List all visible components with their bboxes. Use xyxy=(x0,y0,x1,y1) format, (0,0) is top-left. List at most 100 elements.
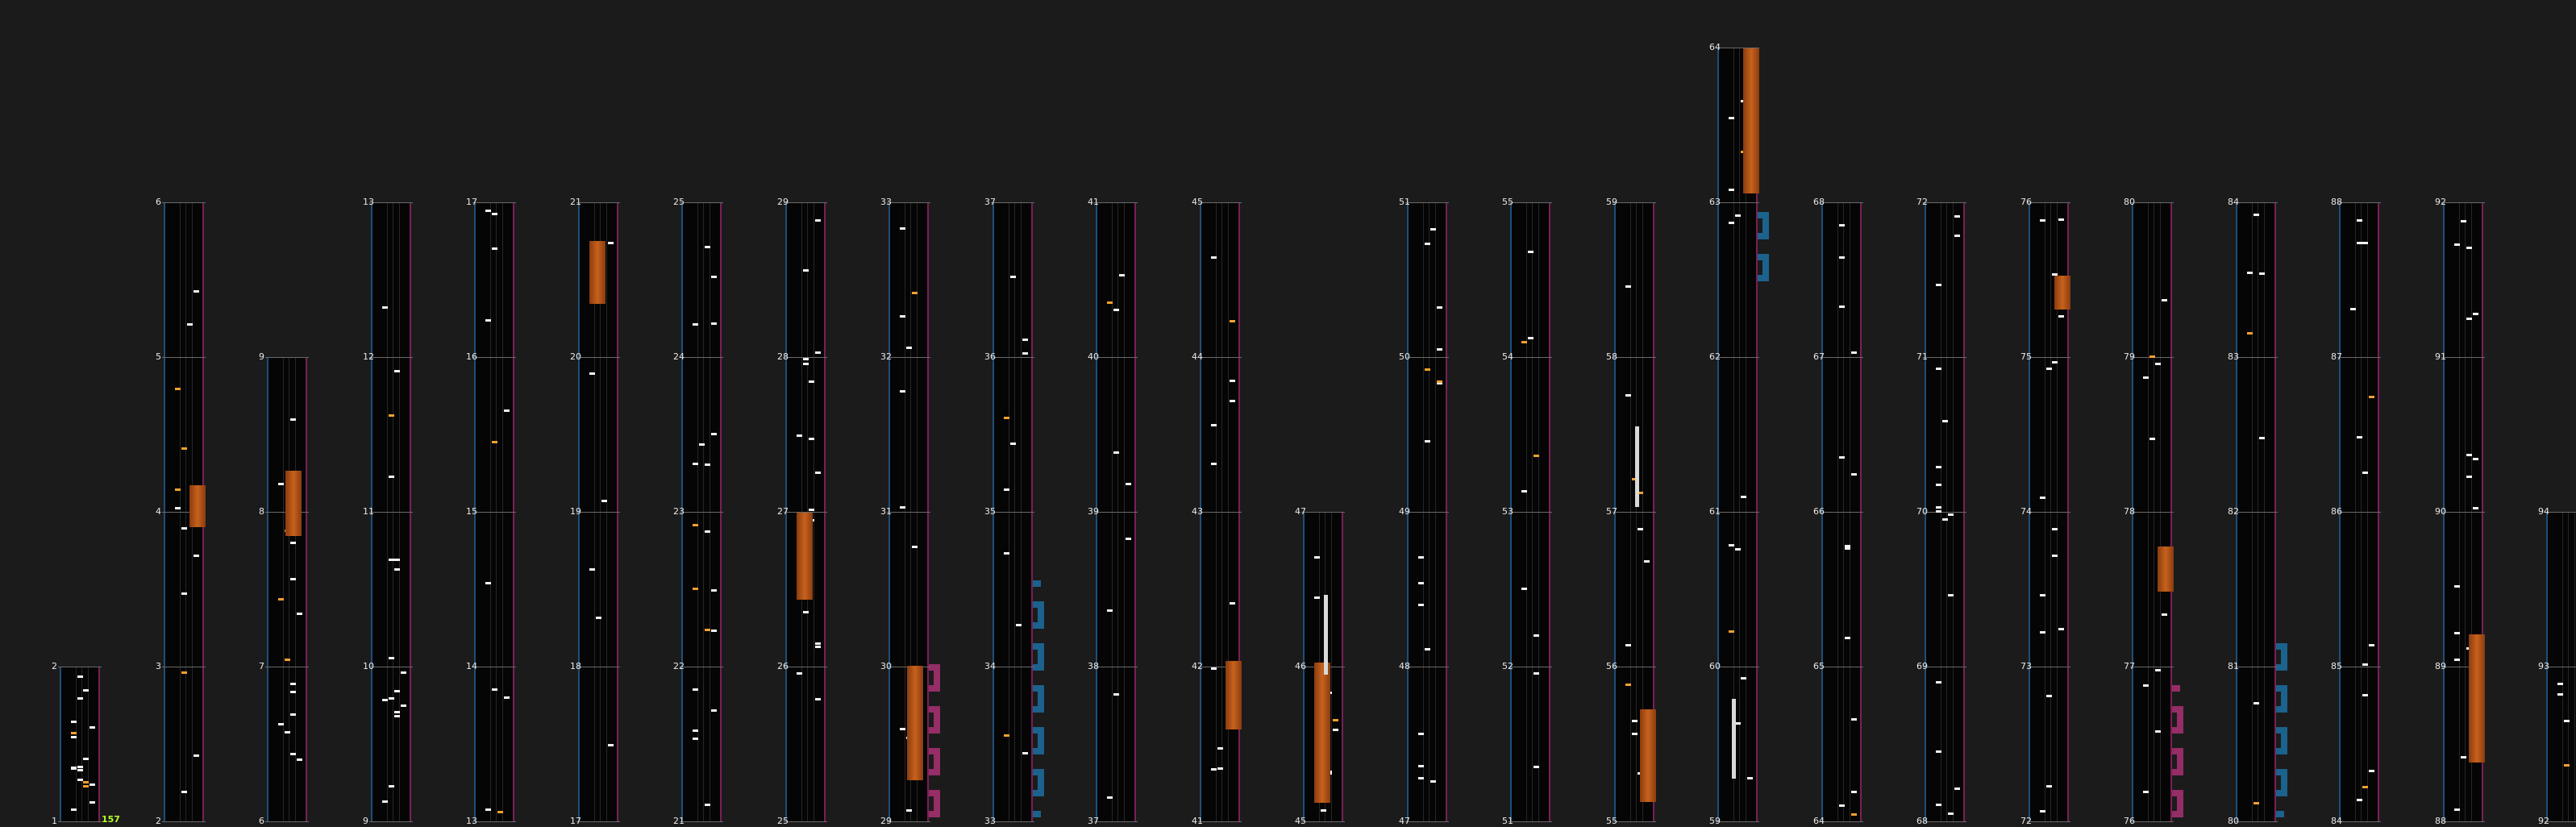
chip-note xyxy=(1009,275,1016,278)
chip-note xyxy=(900,506,905,509)
chip-note xyxy=(2362,785,2368,788)
chip-note xyxy=(1954,214,1960,218)
chip-note xyxy=(1436,305,1442,309)
chip-note xyxy=(503,409,510,412)
bar-line xyxy=(1301,512,1345,513)
chip-note xyxy=(491,688,497,691)
hold-block xyxy=(2158,546,2174,592)
chip-note xyxy=(71,721,77,724)
bar-number: 81 xyxy=(2228,661,2239,671)
chip-note xyxy=(175,488,181,492)
chip-note xyxy=(1729,543,1734,546)
bar-number: 58 xyxy=(1606,351,1617,362)
chip-note xyxy=(400,704,406,708)
bar-line xyxy=(162,357,206,358)
chip-note xyxy=(1838,305,1845,308)
bar-number: 7 xyxy=(259,661,264,671)
chip-note xyxy=(1022,751,1028,754)
bar-number: 54 xyxy=(1502,351,1513,362)
chip-note xyxy=(912,545,918,548)
chip-note xyxy=(290,690,296,693)
bar-line xyxy=(472,821,516,822)
chip-note xyxy=(2472,507,2478,510)
chip-note xyxy=(589,372,595,376)
chip-note xyxy=(1211,423,1217,426)
chip-note xyxy=(71,808,77,811)
chip-note xyxy=(497,811,503,814)
chip-note xyxy=(290,713,296,716)
chip-note xyxy=(797,434,802,438)
bar-number: 89 xyxy=(2435,661,2446,671)
chip-note xyxy=(1850,472,1857,476)
chip-note xyxy=(1948,594,1954,597)
chip-note xyxy=(2563,763,2570,767)
chip-note xyxy=(1936,368,1941,371)
bar-number: 12 xyxy=(363,351,374,362)
chip-note xyxy=(2466,318,2472,321)
chip-note xyxy=(388,475,394,478)
chip-note xyxy=(278,483,284,486)
bar-line xyxy=(2027,821,2070,822)
chip-note xyxy=(2368,396,2374,399)
chip-note xyxy=(2045,695,2052,698)
chip-note xyxy=(1004,416,1009,419)
bar-line xyxy=(1716,512,1759,513)
chip-note xyxy=(83,784,89,788)
bar-line xyxy=(1613,821,1656,822)
long-note xyxy=(1324,594,1328,675)
bar-line xyxy=(576,821,620,822)
chip-note xyxy=(1845,637,1850,640)
bar-number: 73 xyxy=(2020,661,2032,671)
chip-note xyxy=(2155,363,2161,366)
chip-note xyxy=(1850,351,1857,355)
chip-note xyxy=(2454,243,2460,246)
chip-note xyxy=(1211,463,1217,466)
chip-note xyxy=(814,218,821,222)
bar-line xyxy=(1198,512,1242,513)
chip-note xyxy=(1022,352,1028,355)
chip-note xyxy=(2454,584,2460,588)
chip-note xyxy=(2058,315,2064,318)
chip-note xyxy=(2563,719,2570,722)
bar-line xyxy=(887,357,930,358)
bar-line xyxy=(472,202,516,203)
bar-number: 5 xyxy=(156,351,161,362)
chip-note xyxy=(1729,116,1734,119)
chip-note xyxy=(710,433,717,436)
chip-note xyxy=(278,597,284,601)
bar-number: 59 xyxy=(1709,816,1721,826)
lane-column xyxy=(1509,202,1552,822)
chip-note xyxy=(2466,476,2472,479)
bar-line xyxy=(1094,821,1138,822)
hold-block xyxy=(1226,660,1242,730)
chip-note xyxy=(601,500,607,503)
chip-note xyxy=(710,630,717,633)
bar-line xyxy=(680,202,723,203)
bar-number: 74 xyxy=(2020,506,2032,517)
chip-note xyxy=(2253,213,2259,216)
lane-column xyxy=(1820,202,1863,822)
bar-number: 41 xyxy=(1088,197,1099,207)
chip-note xyxy=(1729,221,1734,224)
chart-view[interactable]: 157 1 2 2 3 4 5 6 6 7 8 9 9 10 11 12 13 13 14 15 16 17 17 18 19… xyxy=(0,0,2576,827)
bar-number: 28 xyxy=(777,351,789,362)
chip-note xyxy=(2161,613,2167,616)
bar-line xyxy=(2337,357,2381,358)
chip-note xyxy=(77,766,83,769)
chip-note xyxy=(491,441,497,444)
chip-note xyxy=(1125,483,1131,486)
bar-line xyxy=(1820,512,1863,513)
bar-number: 37 xyxy=(1088,816,1099,826)
chip-note xyxy=(290,418,296,422)
bar-number: 1 xyxy=(52,816,57,826)
chip-note xyxy=(181,592,187,595)
hold-block xyxy=(285,471,302,536)
bar-line xyxy=(1923,202,1966,203)
chip-note xyxy=(710,709,717,712)
bar-line xyxy=(472,512,516,513)
bar-number: 61 xyxy=(1709,506,1721,517)
bar-number: 31 xyxy=(880,506,892,517)
bar-number: 47 xyxy=(1399,816,1410,826)
bar-line xyxy=(369,821,413,822)
chip-note xyxy=(802,358,809,361)
